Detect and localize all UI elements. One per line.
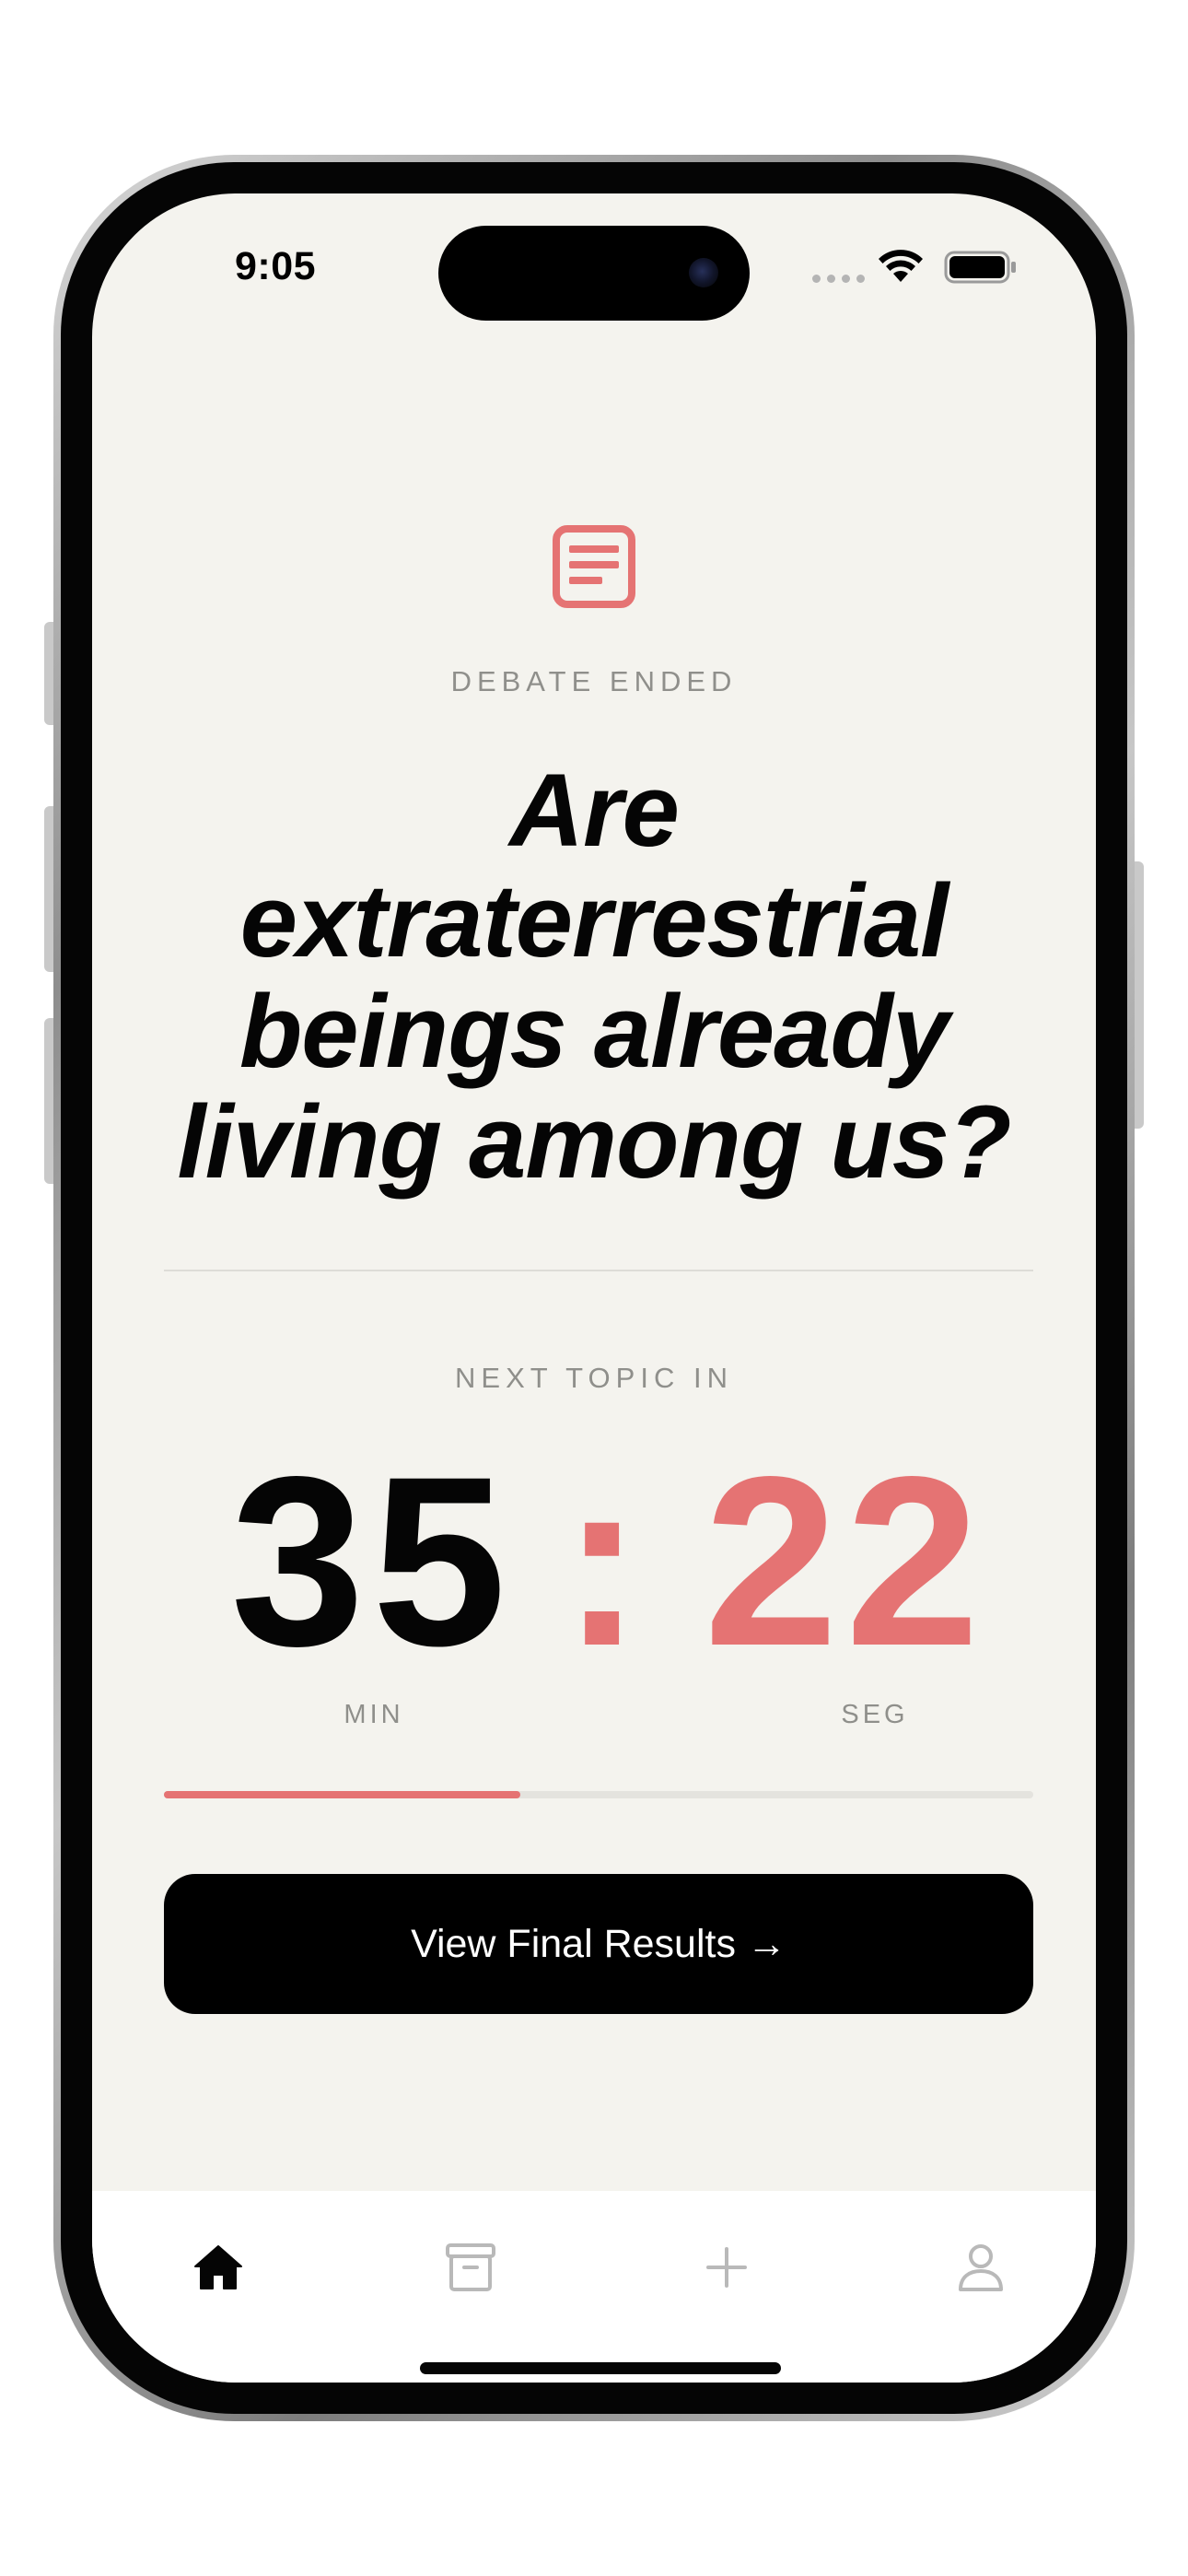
battery-icon — [944, 251, 1016, 284]
debate-status-label: DEBATE ENDED — [450, 665, 738, 697]
phone-screen: 9:05 DEBATE ENDED Are extraterrestrial b… — [92, 193, 1096, 2383]
section-divider — [164, 1270, 1033, 1271]
archive-icon — [446, 2243, 495, 2291]
countdown-minutes: 35 — [230, 1426, 514, 1696]
camera-icon — [689, 258, 718, 287]
home-icon — [194, 2245, 242, 2289]
tab-bar — [92, 2191, 1096, 2383]
countdown-seconds: 22 — [704, 1426, 987, 1696]
cellular-signal-icon — [812, 275, 865, 283]
status-time: 9:05 — [235, 244, 317, 288]
countdown-progress-fill — [164, 1791, 521, 1798]
countdown-progress-bar — [164, 1791, 1033, 1798]
tab-home[interactable] — [186, 2235, 250, 2300]
view-final-results-label: View Final Results → — [411, 1921, 786, 1966]
device-stage: 9:05 DEBATE ENDED Are extraterrestrial b… — [0, 0, 1188, 2576]
minutes-label: MIN — [344, 1700, 404, 1729]
debate-topic-title: Are extraterrestrial beings already livi… — [177, 753, 1012, 1200]
profile-icon — [959, 2244, 1003, 2291]
seconds-label: SEG — [841, 1700, 909, 1729]
dynamic-island — [438, 226, 750, 321]
next-topic-label: NEXT TOPIC IN — [455, 1362, 733, 1394]
tab-archive[interactable] — [438, 2235, 503, 2300]
wifi-icon — [879, 250, 923, 282]
document-icon — [553, 525, 635, 608]
home-indicator[interactable] — [420, 2362, 781, 2374]
tab-profile[interactable] — [949, 2235, 1013, 2300]
countdown-separator: : — [562, 1426, 650, 1696]
plus-icon — [706, 2247, 747, 2288]
view-final-results-button[interactable]: View Final Results → — [164, 1874, 1033, 2014]
tab-add[interactable] — [694, 2235, 759, 2300]
